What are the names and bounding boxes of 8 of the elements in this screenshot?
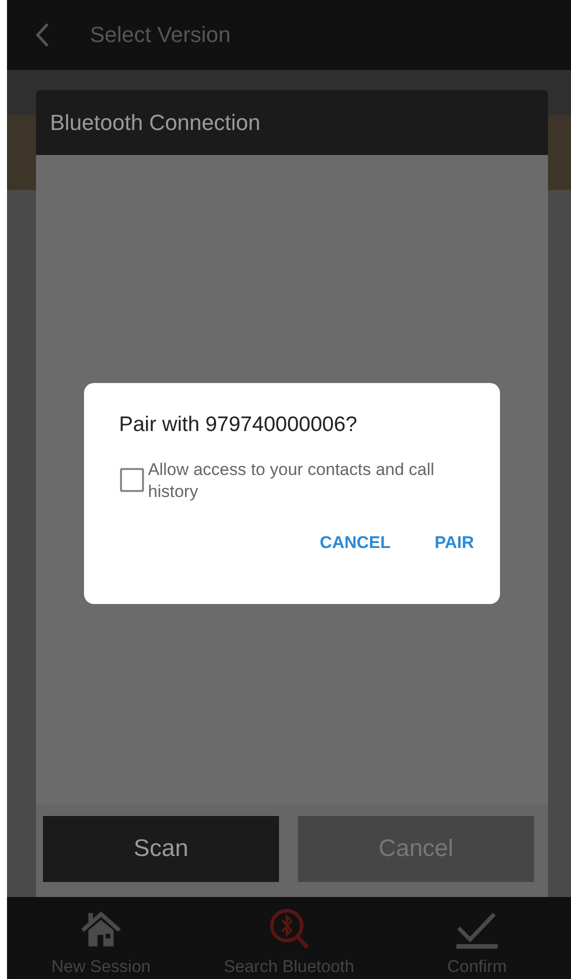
checkbox[interactable] (120, 468, 144, 492)
dialog-button[interactable]: Scan (43, 816, 279, 882)
checkbox-label: Allow access to your contacts and call history (148, 459, 436, 503)
dialog-title: Bluetooth Connection (50, 110, 260, 136)
dialog-button[interactable]: CANCEL (316, 529, 395, 557)
dialog-button[interactable]: PAIR (430, 529, 478, 557)
screen-title: Select Version (90, 22, 231, 48)
pair-dialog-title: Pair with 979740000006? (119, 413, 358, 437)
